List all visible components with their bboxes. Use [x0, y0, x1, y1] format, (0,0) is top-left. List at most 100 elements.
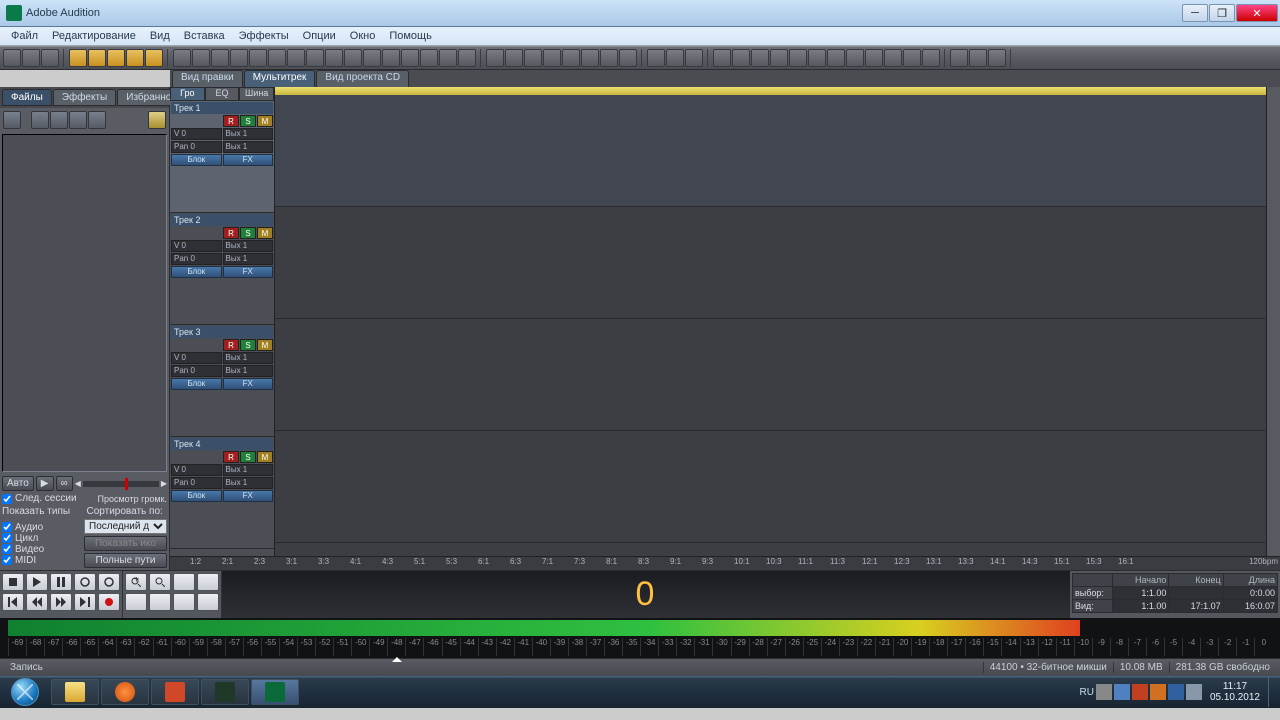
- tb-e9[interactable]: [865, 49, 883, 67]
- tb-b2[interactable]: [192, 49, 210, 67]
- tb-e1[interactable]: [713, 49, 731, 67]
- ruler-tempo[interactable]: 120bpm: [1249, 557, 1278, 566]
- zoom-sel-l-button[interactable]: [173, 593, 195, 611]
- track-in[interactable]: Вых 1: [223, 477, 274, 489]
- tracks-vscroll[interactable]: [1266, 87, 1280, 556]
- tb-new[interactable]: [3, 49, 21, 67]
- tb-e10[interactable]: [884, 49, 902, 67]
- track-solo[interactable]: S: [240, 339, 256, 351]
- track-lane-1[interactable]: [275, 95, 1266, 207]
- type-video-check[interactable]: [2, 544, 12, 554]
- tb-b6[interactable]: [268, 49, 286, 67]
- tb-folder4[interactable]: [126, 49, 144, 67]
- task-powerpoint[interactable]: [151, 679, 199, 705]
- task-app1[interactable]: [201, 679, 249, 705]
- view-end[interactable]: 17:1.07: [1169, 600, 1223, 613]
- task-explorer[interactable]: [51, 679, 99, 705]
- tb-b8[interactable]: [306, 49, 324, 67]
- tb-e6[interactable]: [808, 49, 826, 67]
- menu-file[interactable]: Файл: [4, 28, 45, 44]
- file-tb-b1[interactable]: [31, 111, 49, 129]
- track-tab-bus[interactable]: Шина: [239, 87, 274, 101]
- menu-window[interactable]: Окно: [343, 28, 383, 44]
- play-preview-button[interactable]: ▶: [36, 476, 54, 491]
- auto-play-button[interactable]: Авто: [2, 476, 34, 491]
- tb-folder3[interactable]: [107, 49, 125, 67]
- follow-session-check[interactable]: [2, 494, 12, 504]
- tb-b15[interactable]: [439, 49, 457, 67]
- tb-f3[interactable]: [988, 49, 1006, 67]
- tray-clock[interactable]: 11:17 05.10.2012: [1204, 679, 1266, 705]
- track-fx-button[interactable]: FX: [223, 266, 274, 278]
- tb-save[interactable]: [41, 49, 59, 67]
- tb-b12[interactable]: [382, 49, 400, 67]
- sel-len[interactable]: 0:0.00: [1223, 587, 1277, 600]
- play-button[interactable]: [26, 573, 48, 591]
- track-block-button[interactable]: Блок: [171, 378, 222, 390]
- file-tab-1[interactable]: Эффекты: [53, 89, 116, 106]
- tb-c8[interactable]: [619, 49, 637, 67]
- view-len[interactable]: 16:0.07: [1223, 600, 1277, 613]
- tb-folder5[interactable]: [145, 49, 163, 67]
- track-pan[interactable]: Pan 0: [171, 477, 222, 489]
- file-tb-b4[interactable]: [88, 111, 106, 129]
- start-button[interactable]: [0, 677, 50, 707]
- sel-begin[interactable]: 1:1.00: [1113, 587, 1169, 600]
- track-head-4[interactable]: Трек 4RSMV 0Вых 1Pan 0Вых 1БлокFX: [170, 437, 274, 549]
- track-in[interactable]: Вых 1: [223, 365, 274, 377]
- track-solo[interactable]: S: [240, 115, 256, 127]
- tb-b13[interactable]: [401, 49, 419, 67]
- zoom-full-button[interactable]: [173, 573, 195, 591]
- track-mute[interactable]: M: [257, 451, 273, 463]
- file-tb-open[interactable]: [3, 111, 21, 129]
- tray-icon-1[interactable]: [1096, 684, 1112, 700]
- file-tb-b3[interactable]: [69, 111, 87, 129]
- minimize-button[interactable]: ─: [1182, 4, 1208, 22]
- tb-b1[interactable]: [173, 49, 191, 67]
- track-block-button[interactable]: Блок: [171, 266, 222, 278]
- sel-end[interactable]: [1169, 587, 1223, 600]
- tb-c3[interactable]: [524, 49, 542, 67]
- track-out[interactable]: Вых 1: [223, 128, 274, 140]
- track-volume[interactable]: V 0: [171, 464, 222, 476]
- track-block-button[interactable]: Блок: [171, 154, 222, 166]
- view-begin[interactable]: 1:1.00: [1113, 600, 1169, 613]
- tb-b3[interactable]: [211, 49, 229, 67]
- track-lane-3[interactable]: [275, 319, 1266, 431]
- track-out[interactable]: Вых 1: [223, 352, 274, 364]
- menu-help[interactable]: Помощь: [382, 28, 439, 44]
- tb-d1[interactable]: [647, 49, 665, 67]
- track-head-2[interactable]: Трек 2RSMV 0Вых 1Pan 0Вых 1БлокFX: [170, 213, 274, 325]
- file-list[interactable]: [2, 134, 167, 472]
- record-button[interactable]: [98, 593, 120, 611]
- tray-icon-5[interactable]: [1168, 684, 1184, 700]
- tb-c4[interactable]: [543, 49, 561, 67]
- tb-c2[interactable]: [505, 49, 523, 67]
- track-lane-4[interactable]: [275, 431, 1266, 543]
- tb-b9[interactable]: [325, 49, 343, 67]
- tb-b7[interactable]: [287, 49, 305, 67]
- tb-f2[interactable]: [969, 49, 987, 67]
- file-tb-b2[interactable]: [50, 111, 68, 129]
- tb-c1[interactable]: [486, 49, 504, 67]
- rewind-button[interactable]: [26, 593, 48, 611]
- tb-b4[interactable]: [230, 49, 248, 67]
- track-arm-rec[interactable]: R: [223, 115, 239, 127]
- stop-button[interactable]: [2, 573, 24, 591]
- track-lanes[interactable]: [275, 87, 1266, 556]
- track-pan[interactable]: Pan 0: [171, 365, 222, 377]
- tb-e8[interactable]: [846, 49, 864, 67]
- type-loop-check[interactable]: [2, 533, 12, 543]
- track-volume[interactable]: V 0: [171, 352, 222, 364]
- track-arm-rec[interactable]: R: [223, 339, 239, 351]
- sort-select[interactable]: Последний д: [84, 519, 167, 534]
- tray-icon-4[interactable]: [1150, 684, 1166, 700]
- goto-end-button[interactable]: [74, 593, 96, 611]
- show-icons-button[interactable]: Показать ико: [84, 536, 167, 551]
- menu-effects[interactable]: Эффекты: [232, 28, 296, 44]
- track-volume[interactable]: V 0: [171, 240, 222, 252]
- track-arm-rec[interactable]: R: [223, 451, 239, 463]
- pause-button[interactable]: [50, 573, 72, 591]
- goto-start-button[interactable]: [2, 593, 24, 611]
- tb-e7[interactable]: [827, 49, 845, 67]
